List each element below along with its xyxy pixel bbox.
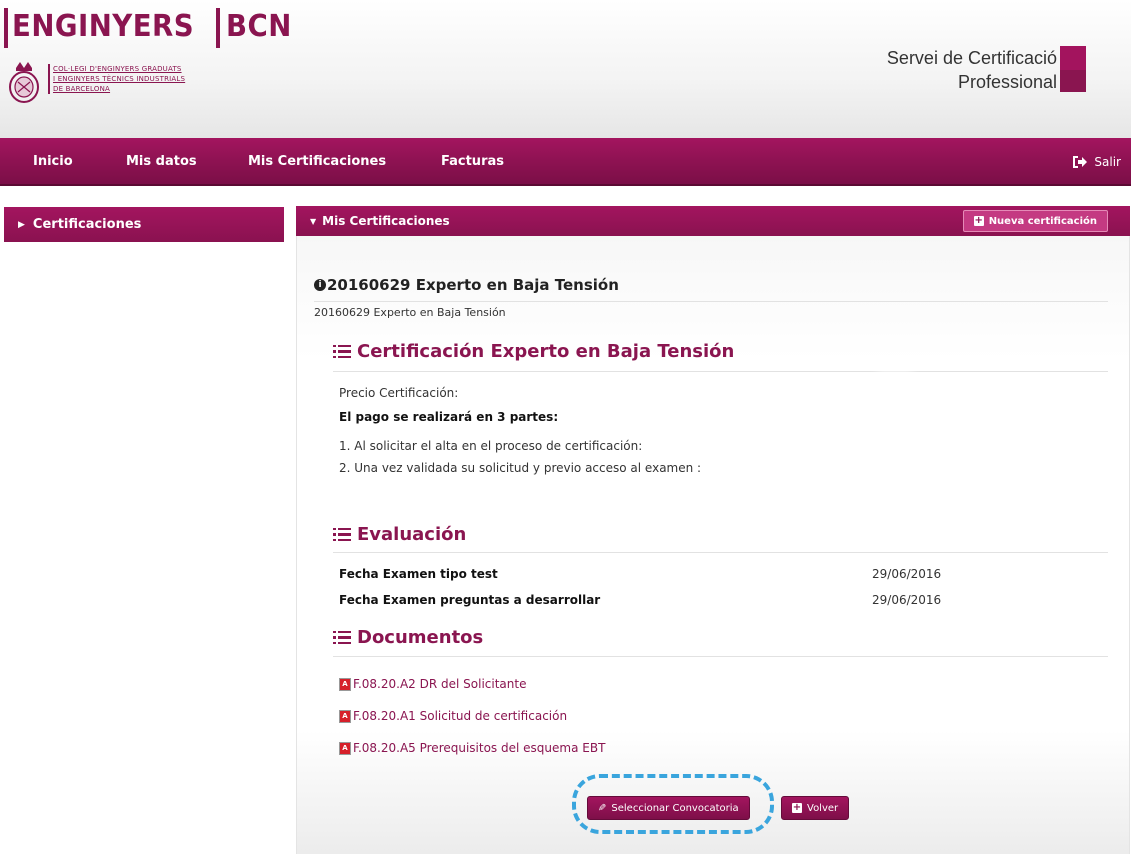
divider — [314, 301, 1108, 302]
college-line: COL·LEGI D'ENGINYERS GRADUATS — [53, 65, 182, 73]
exam-date: 29/06/2016 — [872, 567, 942, 581]
brand-city: BCN — [225, 9, 292, 44]
section-title-evaluacion: Evaluación — [333, 524, 466, 545]
brand-name: ENGINYERS — [12, 9, 195, 44]
logout-icon — [1073, 156, 1088, 168]
payment-step: 1. Al solicitar el alta en el proceso de… — [339, 439, 643, 453]
new-certification-label: Nueva certificación — [988, 215, 1097, 227]
new-certification-button[interactable]: + Nueva certificación — [962, 210, 1108, 232]
document-link-label: F.08.20.A5 Prerequisitos del esquema EBT — [353, 741, 606, 755]
service-title-line1: Servei de Certificació — [886, 48, 1057, 68]
caret-down-icon: ▼ — [310, 216, 317, 226]
section-title-documentos: Documentos — [333, 627, 483, 648]
back-label: Volver — [807, 802, 839, 814]
pdf-icon: A — [339, 677, 351, 691]
college-crest-icon — [9, 62, 39, 103]
document-link-label: F.08.20.A2 DR del Solicitante — [353, 677, 527, 691]
service-accent-block — [1060, 46, 1086, 70]
section-title-text: Documentos — [357, 627, 484, 648]
logout-button[interactable]: Salir — [1072, 138, 1121, 186]
pencil-icon: ✎ — [598, 802, 607, 814]
nav-item-facturas[interactable]: Facturas — [441, 138, 504, 186]
certification-title-text: 20160629 Experto en Baja Tensión — [327, 276, 619, 294]
main-navbar: Inicio Mis datos Mis Certificaciones Fac… — [0, 138, 1131, 186]
sidebar-item-certificaciones[interactable]: ▶ Certificaciones — [4, 207, 284, 242]
college-line: I ENGINYERS TÈCNICS INDUSTRIALS — [53, 75, 186, 83]
select-convocatoria-button[interactable]: ✎ Seleccionar Convocatoria — [587, 796, 750, 820]
pdf-icon: A — [339, 709, 351, 723]
list-icon — [333, 527, 351, 542]
brand-bar-divider — [215, 8, 220, 48]
section-title-certificacion: Certificación Experto en Baja Tensión — [333, 341, 734, 362]
brand-bar-left — [4, 8, 8, 48]
certification-subtitle: 20160629 Experto en Baja Tensión — [314, 306, 506, 319]
payment-step: 2. Una vez validada su solicitud y previ… — [339, 461, 702, 475]
service-title-line2: Professional — [957, 72, 1057, 92]
redacted-area — [314, 478, 808, 504]
certification-title: i 20160629 Experto en Baja Tensión — [314, 276, 619, 294]
document-link-label: F.08.20.A1 Solicitud de certificación — [353, 709, 568, 723]
exam-label: Fecha Examen preguntas a desarrollar — [339, 593, 601, 607]
plus-icon: + — [973, 215, 984, 226]
nav-item-mis-certificaciones[interactable]: Mis Certificaciones — [248, 138, 386, 186]
info-icon: i — [314, 279, 326, 291]
divider — [333, 552, 1108, 553]
select-convocatoria-label: Seleccionar Convocatoria — [611, 802, 739, 814]
brand-logo[interactable]: ENGINYERS BCN — [4, 6, 297, 48]
nav-item-mis-datos[interactable]: Mis datos — [126, 138, 197, 186]
redacted-area — [862, 418, 914, 498]
nav-item-inicio[interactable]: Inicio — [33, 138, 73, 186]
divider — [333, 371, 1108, 372]
document-link-a2[interactable]: A F.08.20.A2 DR del Solicitante — [339, 677, 526, 691]
caret-right-icon: ▶ — [18, 219, 25, 230]
payment-note: El pago se realizará en 3 partes: — [339, 410, 559, 424]
plus-icon: + — [792, 802, 802, 813]
service-accent-block — [1060, 70, 1086, 92]
list-icon — [333, 344, 351, 359]
sidebar-item-label: Certificaciones — [32, 217, 142, 232]
service-title: Servei de Certificació Professional — [887, 46, 1057, 94]
panel-body — [296, 236, 1130, 854]
back-button[interactable]: + Volver — [781, 796, 850, 820]
panel-title: Mis Certificaciones — [322, 214, 450, 228]
site-header: ENGINYERS BCN COL·LEGI D'ENGINYERS GRADU… — [0, 0, 1131, 138]
document-link-a1[interactable]: A F.08.20.A1 Solicitud de certificación — [339, 709, 567, 723]
section-title-text: Evaluación — [357, 524, 467, 545]
list-icon — [333, 630, 351, 645]
college-name: COL·LEGI D'ENGINYERS GRADUATS I ENGINYER… — [48, 64, 185, 94]
logout-label: Salir — [1094, 155, 1121, 169]
document-link-a5[interactable]: A F.08.20.A5 Prerequisitos del esquema E… — [339, 741, 605, 755]
exam-label: Fecha Examen tipo test — [339, 567, 498, 581]
panel-header: ▼ Mis Certificaciones + Nueva certificac… — [296, 206, 1130, 236]
college-line: DE BARCELONA — [53, 85, 111, 93]
redacted-area — [866, 372, 924, 410]
price-label: Precio Certificación: — [339, 386, 459, 400]
exam-date: 29/06/2016 — [872, 593, 942, 607]
pdf-icon: A — [339, 741, 351, 755]
divider — [333, 656, 1108, 657]
section-title-text: Certificación Experto en Baja Tensión — [357, 341, 735, 362]
